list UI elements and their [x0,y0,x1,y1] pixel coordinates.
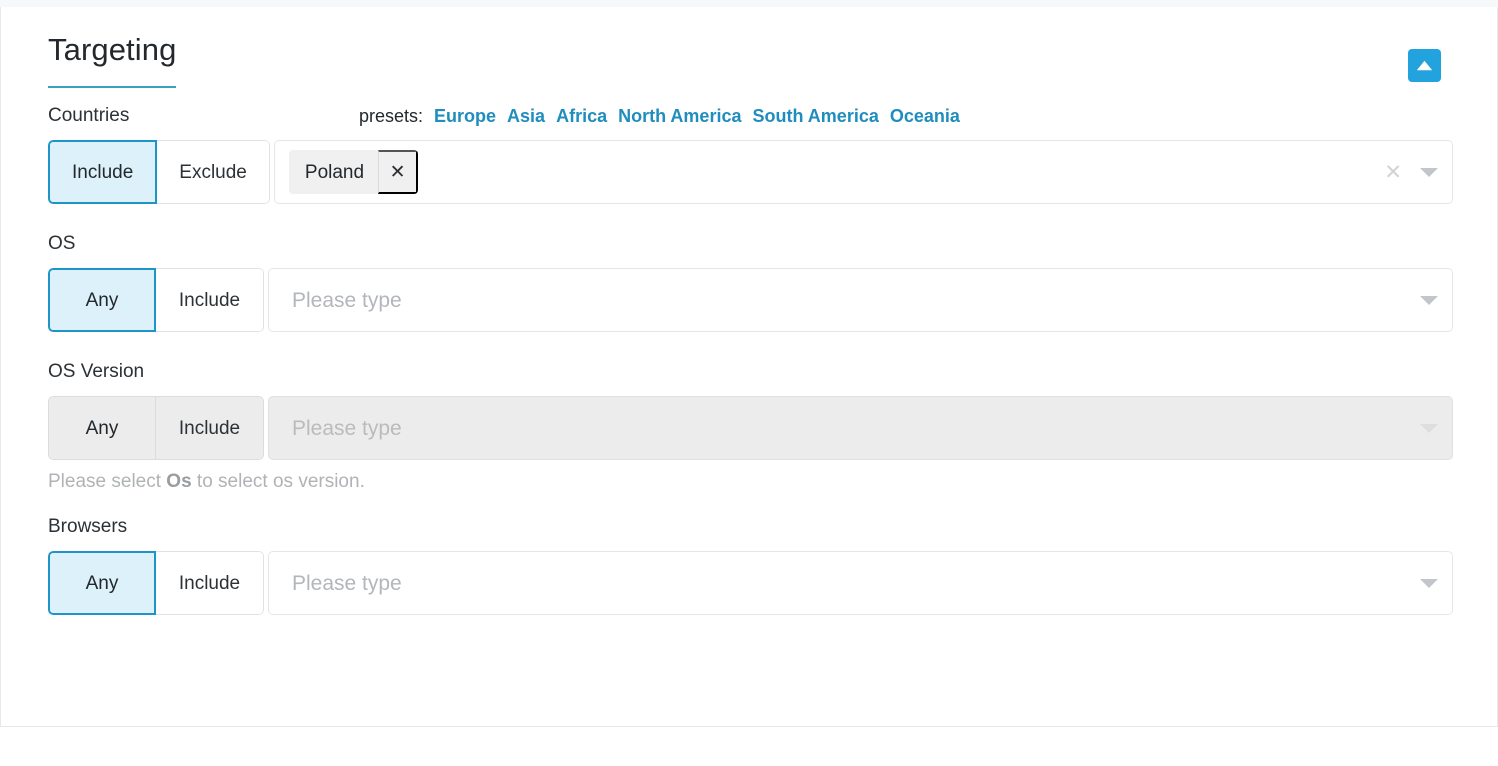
os-placeholder: Please type [292,288,402,312]
browsers-select-field[interactable]: Please type [268,551,1453,615]
close-icon[interactable]: ✕ [378,150,419,194]
preset-link-oceania[interactable]: Oceania [890,106,960,126]
helper-strong: Os [166,471,192,492]
countries-toggle-exclude[interactable]: Exclude [157,140,270,204]
country-tag-poland: Poland ✕ [288,150,419,194]
chevron-down-icon[interactable] [1420,578,1438,588]
os-version-toggle-include: Include [156,396,264,460]
chevron-down-icon[interactable] [1420,167,1438,177]
os-version-select-field: Please type [268,396,1453,460]
field-label-browsers: Browsers [48,516,128,537]
chevron-down-icon [1420,423,1438,433]
presets-row: presets: Europe Asia Africa North America Sou… [359,104,960,130]
browsers-toggle-any[interactable]: Any [48,551,156,615]
os-control-row: Any Include Please type [48,268,1453,332]
os-toggle-any[interactable]: Any [48,268,156,332]
os-toggle-include[interactable]: Include [156,268,264,332]
os-version-helper-text: Please select Os to select os version. [48,471,1453,493]
field-os: OS Any Include Please type [48,232,1453,332]
os-field-actions [1420,269,1438,331]
preset-link-south-america[interactable]: South America [752,106,878,126]
countries-toggle-group: Include Exclude [48,140,270,204]
countries-control-row: Include Exclude Poland ✕ ✕ [48,140,1453,204]
field-countries: Countries presets: Europe Asia Africa North … [48,104,1453,204]
field-label-os: OS [48,233,76,254]
countries-select-field[interactable]: Poland ✕ ✕ [273,140,1453,204]
card-header: Targeting [48,32,1453,104]
preset-link-asia[interactable]: Asia [507,106,545,126]
preset-link-europe[interactable]: Europe [434,106,496,126]
triangle-up-icon [1416,60,1433,71]
collapse-section-button[interactable] [1408,49,1441,82]
targeting-card: Targeting Countries presets: Europe Asia Af… [0,7,1498,727]
country-tag-label: Poland [304,161,365,183]
preset-link-north-america[interactable]: North America [618,106,741,126]
helper-prefix: Please select [48,471,167,492]
browsers-field-actions [1420,552,1438,614]
os-select-field[interactable]: Please type [268,268,1453,332]
os-version-control-row: Any Include Please type [48,396,1453,460]
field-label-os-version: OS Version [48,361,145,382]
os-version-field-actions [1420,397,1438,459]
top-strip [0,0,1498,7]
os-version-toggle-group: Any Include [48,396,264,460]
targeting-page: Targeting Countries presets: Europe Asia Af… [0,0,1498,766]
os-version-toggle-any: Any [48,396,156,460]
os-toggle-group: Any Include [48,268,264,332]
field-os-version: OS Version Any Include Please type Pleas… [48,360,1453,493]
countries-toggle-include[interactable]: Include [48,140,158,204]
browsers-placeholder: Please type [292,571,402,595]
browsers-toggle-include[interactable]: Include [156,551,264,615]
page-title: Targeting [48,32,177,88]
chevron-down-icon[interactable] [1420,295,1438,305]
browsers-toggle-group: Any Include [48,551,264,615]
os-version-placeholder: Please type [292,416,402,440]
field-browsers: Browsers Any Include Please type [48,515,1453,615]
clear-all-icon[interactable]: ✕ [1384,162,1402,183]
browsers-control-row: Any Include Please type [48,551,1453,615]
helper-suffix: to select os version. [191,471,365,492]
presets-label: presets: [359,106,424,126]
preset-link-africa[interactable]: Africa [556,106,607,126]
countries-field-actions: ✕ [1384,141,1438,203]
